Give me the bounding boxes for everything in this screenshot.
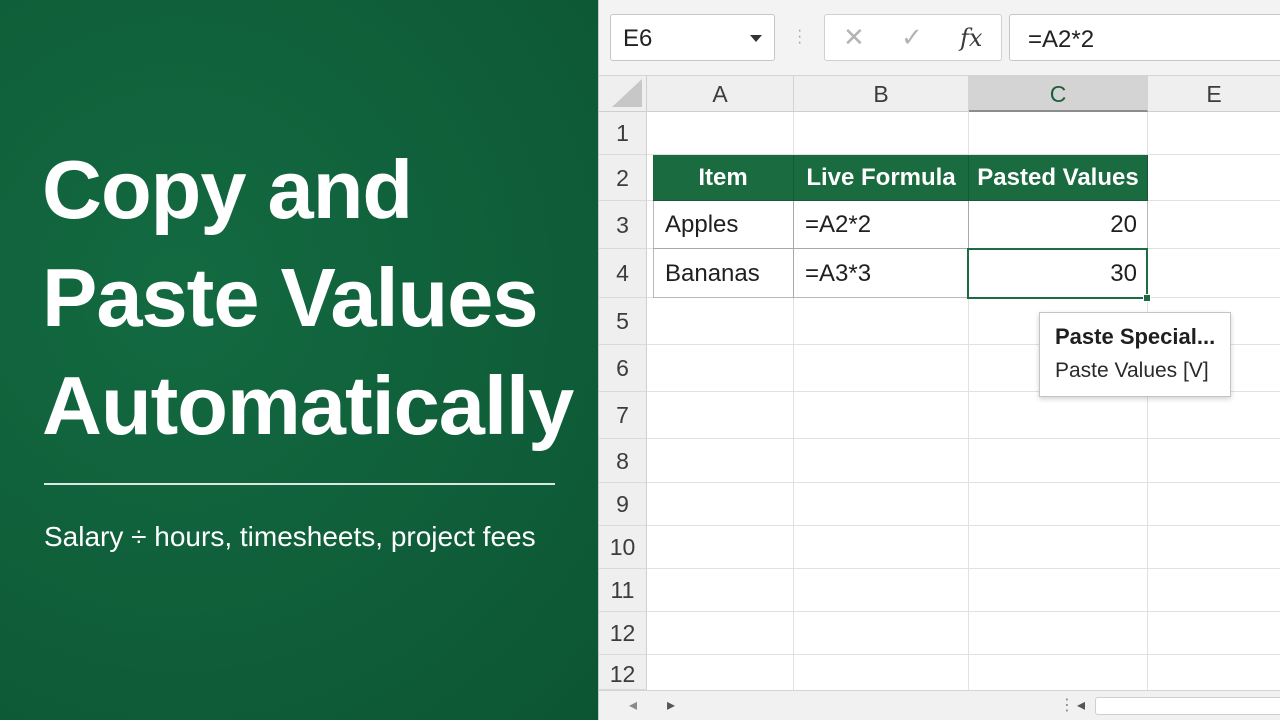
table-header-item[interactable]: Item [653, 155, 794, 201]
table-row-divider [653, 248, 1148, 249]
select-all-corner[interactable] [599, 76, 647, 112]
formula-input[interactable]: =A2*2 [1009, 14, 1280, 61]
spreadsheet: E6 · · · ✕ ✓ fx =A2*2 A B C E 1 2 3 4 5 6 … [598, 0, 1280, 720]
fill-handle[interactable] [1143, 294, 1151, 302]
divider [44, 483, 555, 485]
scroll-left-icon[interactable]: ◂ [629, 695, 637, 714]
column-header-e[interactable]: E [1148, 76, 1280, 112]
cell-a4[interactable]: Bananas [653, 249, 794, 298]
scroll-right-icon[interactable]: ▸ [667, 695, 675, 714]
title-panel: Copy and Paste Values Automatically Sala… [0, 0, 598, 720]
menu-item-paste-special[interactable]: Paste Special... [1055, 324, 1215, 350]
cell-c3[interactable]: 20 [969, 201, 1148, 249]
cell-b3[interactable]: =A2*2 [794, 201, 969, 249]
row-header-6[interactable]: 6 [599, 345, 647, 392]
row-header-5[interactable]: 5 [599, 298, 647, 345]
split-grip-icon[interactable]: ⋮ [1059, 695, 1075, 714]
headline-line-3: Automatically [42, 359, 574, 452]
row-header-12b[interactable]: 12 [599, 655, 647, 690]
grip-icon[interactable]: · · · [797, 23, 802, 51]
row-header-11[interactable]: 11 [599, 569, 647, 612]
name-box[interactable]: E6 [610, 14, 775, 61]
row-header-2[interactable]: 2 [599, 155, 647, 201]
bottom-scroll-bar: ◂ ▸ ⋮ ◂ [599, 690, 1280, 720]
cell-a3[interactable]: Apples [653, 201, 794, 249]
formula-buttons: ✕ ✓ fx [824, 14, 1002, 61]
cancel-icon[interactable]: ✕ [843, 23, 865, 53]
row-header-10[interactable]: 10 [599, 526, 647, 569]
column-header-c[interactable]: C [969, 76, 1148, 112]
hscroll-left-icon[interactable]: ◂ [1077, 695, 1085, 714]
cell-grid: A B C E 1 2 3 4 5 6 7 8 9 10 11 12 12 It… [599, 76, 1280, 690]
headline: Copy and Paste Values Automatically [42, 136, 582, 460]
table-divider-1 [793, 201, 794, 298]
formula-input-value: =A2*2 [1028, 26, 1095, 53]
cell-c4[interactable]: 30 [969, 249, 1148, 298]
name-box-value: E6 [623, 25, 653, 52]
column-header-b[interactable]: B [794, 76, 969, 112]
row-header-9[interactable]: 9 [599, 483, 647, 526]
row-header-3[interactable]: 3 [599, 201, 647, 249]
table-header-pasted-values[interactable]: Pasted Values [969, 155, 1148, 201]
row-header-1[interactable]: 1 [599, 112, 647, 155]
chevron-down-icon[interactable] [750, 35, 762, 42]
row-header-8[interactable]: 8 [599, 439, 647, 483]
horizontal-scrollbar[interactable] [1095, 697, 1280, 715]
headline-line-2: Paste Values [42, 251, 539, 344]
headline-line-1: Copy and [42, 143, 413, 236]
table-divider-2 [968, 201, 969, 298]
table-header-live-formula[interactable]: Live Formula [794, 155, 969, 201]
select-all-triangle-icon [612, 79, 642, 107]
insert-function-icon[interactable]: fx [960, 24, 982, 52]
paste-context-menu: Paste Special... Paste Values [V] [1039, 312, 1231, 397]
subtitle: Salary ÷ hours, timesheets, project fees [44, 521, 536, 552]
row-header-12[interactable]: 12 [599, 612, 647, 655]
cell-b4[interactable]: =A3*3 [794, 249, 969, 298]
formula-bar: E6 · · · ✕ ✓ fx =A2*2 [599, 0, 1280, 76]
row-header-7[interactable]: 7 [599, 392, 647, 439]
menu-item-paste-values[interactable]: Paste Values [V] [1055, 359, 1209, 383]
row-header-4[interactable]: 4 [599, 249, 647, 298]
confirm-icon[interactable]: ✓ [901, 23, 923, 53]
column-header-a[interactable]: A [647, 76, 794, 112]
